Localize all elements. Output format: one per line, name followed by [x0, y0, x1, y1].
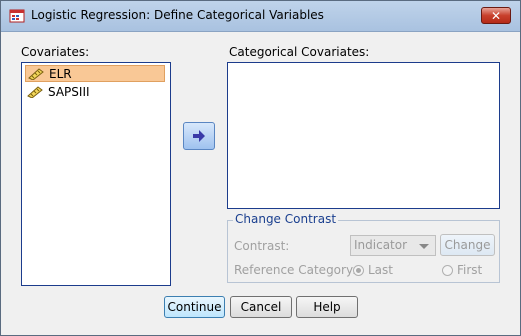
- scale-ruler-icon: [27, 85, 43, 98]
- list-item-label: SAPSIII: [48, 84, 90, 99]
- covariates-label: Covariates:: [21, 45, 90, 59]
- close-icon: ✕: [490, 9, 502, 23]
- change-contrast-title: Change Contrast: [233, 212, 339, 226]
- cancel-button[interactable]: Cancel: [230, 296, 292, 318]
- first-radio-label: First: [457, 263, 483, 277]
- chevron-down-icon: [419, 244, 429, 249]
- list-item[interactable]: SAPSIII: [25, 83, 165, 100]
- close-button[interactable]: ✕: [481, 7, 511, 24]
- title-bar: Logistic Regression: Define Categorical …: [1, 1, 520, 32]
- list-item[interactable]: ELR: [25, 65, 165, 82]
- contrast-select-value: Indicator: [354, 238, 408, 252]
- scale-ruler-icon: [28, 67, 44, 80]
- categorical-covariates-label: Categorical Covariates:: [229, 45, 370, 59]
- window-title: Logistic Regression: Define Categorical …: [31, 8, 324, 22]
- contrast-select[interactable]: Indicator: [350, 235, 436, 256]
- dialog-window: Logistic Regression: Define Categorical …: [0, 0, 521, 336]
- continue-button[interactable]: Continue: [164, 296, 225, 318]
- arrow-right-icon: [193, 130, 205, 142]
- help-button[interactable]: Help: [296, 296, 358, 318]
- contrast-label: Contrast:: [234, 239, 290, 253]
- last-radio-label: Last: [368, 263, 393, 277]
- first-radio[interactable]: [442, 265, 453, 276]
- covariates-listbox[interactable]: ELR SAPSIII: [21, 62, 171, 286]
- move-right-button[interactable]: [183, 122, 215, 150]
- last-radio[interactable]: [353, 265, 364, 276]
- app-icon: [9, 9, 25, 23]
- change-button[interactable]: Change: [440, 234, 495, 256]
- reference-category-label: Reference Category:: [234, 263, 357, 277]
- list-item-label: ELR: [49, 66, 72, 81]
- categorical-covariates-listbox[interactable]: [227, 62, 500, 209]
